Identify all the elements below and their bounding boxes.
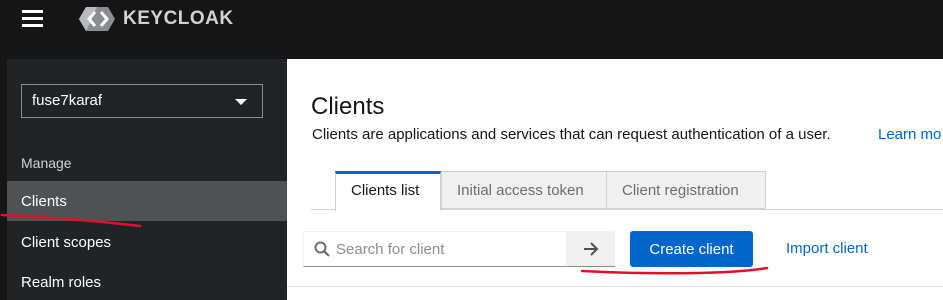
logo-text: KEYCLOAK	[123, 8, 234, 29]
learn-more-link[interactable]: Learn mo	[878, 126, 941, 143]
tab-clients-list[interactable]: Clients list	[335, 171, 441, 211]
search-container	[303, 231, 567, 267]
search-icon	[314, 241, 330, 257]
tab-label: Client registration	[622, 182, 739, 199]
annotation-underline-create	[580, 266, 769, 275]
tab-initial-access-token[interactable]: Initial access token	[441, 171, 607, 209]
tab-label: Initial access token	[457, 182, 584, 199]
tab-client-registration[interactable]: Client registration	[606, 171, 766, 209]
tab-label: Clients list	[351, 182, 420, 199]
create-client-label: Create client	[649, 240, 734, 258]
page-title: Clients	[311, 93, 385, 120]
masthead: KEYCLOAK	[0, 0, 943, 59]
keycloak-logo[interactable]: KEYCLOAK	[73, 4, 234, 34]
realm-name: fuse7karaf	[32, 92, 103, 109]
sidebar-item-realm-roles[interactable]: Realm roles	[7, 262, 287, 300]
sidebar-edge	[0, 59, 7, 300]
toolbar-divider	[287, 286, 943, 287]
page-description: Clients are applications and services th…	[312, 126, 831, 143]
sidebar-item-label: Client scopes	[21, 234, 112, 251]
import-client-button[interactable]: Import client	[786, 240, 868, 257]
menu-icon[interactable]	[22, 10, 44, 32]
nav-group-manage: Manage	[21, 155, 72, 171]
arrow-right-icon	[584, 241, 599, 256]
realm-selector[interactable]: fuse7karaf	[21, 84, 263, 118]
annotation-underline-clients	[0, 213, 142, 228]
caret-down-icon	[235, 99, 247, 105]
sidebar-item-label: Realm roles	[21, 274, 102, 291]
search-input[interactable]	[336, 232, 564, 266]
keycloak-logo-icon	[79, 7, 115, 31]
